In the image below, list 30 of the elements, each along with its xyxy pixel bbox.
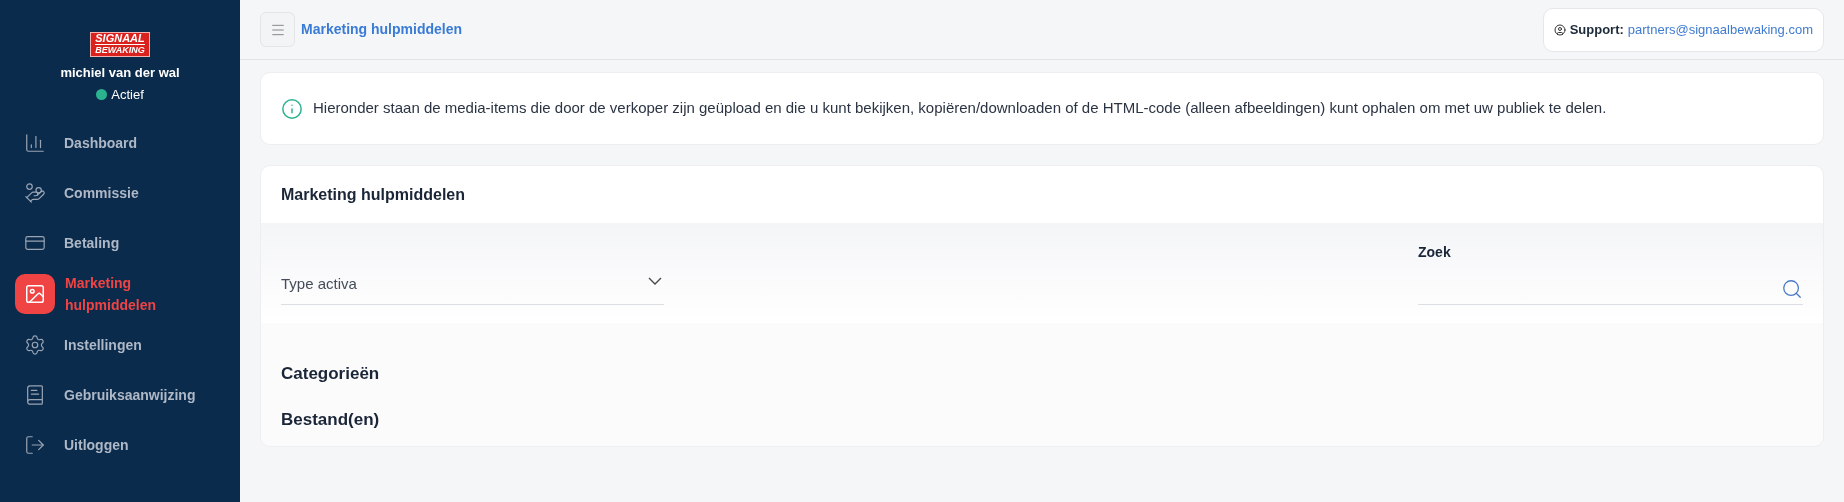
menu-button[interactable]: [260, 12, 295, 47]
sidebar-item[interactable]: Gebruiksaanwijzing: [64, 384, 196, 406]
image-icon: [24, 283, 46, 305]
status-label: Actief: [111, 85, 144, 104]
bar-chart-icon: [24, 132, 46, 154]
book-icon: [24, 384, 46, 406]
sidebar-item[interactable]: Dashboard: [64, 132, 138, 154]
hand-coin-icon: [24, 182, 46, 204]
search-label: Zoek: [1418, 243, 1452, 262]
user-name: michiel van der wal: [60, 64, 180, 82]
chevron-down-icon: [648, 276, 662, 285]
type-select[interactable]: Type activa: [281, 265, 664, 305]
settings-icon: [24, 334, 46, 356]
user-icon: [1553, 23, 1566, 36]
sidebar-item[interactable]: Betaling: [64, 232, 120, 254]
sidebar-item[interactable]: Instellingen: [64, 334, 142, 356]
sidebar-item[interactable]: Uitloggen: [64, 434, 129, 456]
logo: SIGNAAL BEWAKING: [90, 32, 150, 57]
section-heading: Bestand(en): [281, 408, 381, 431]
support-email-link[interactable]: partners@signaalbewaking.com: [1627, 19, 1813, 40]
support-label: Support:: [1569, 20, 1624, 39]
logout-icon: [24, 434, 46, 456]
page-title: Marketing hulpmiddelen: [301, 20, 462, 39]
info-text: Hieronder staan de media-items die door de verkoper zijn geüpload en die u kunt bekijken, kopiëren/downloaden of de HTML-code (alleen afbeeldingen) kunt ophalen om met uw publiek te delen.: [313, 98, 1607, 119]
sidebar-item[interactable]: Commissie: [64, 182, 139, 204]
card-title: Marketing hulpmiddelen: [281, 184, 465, 205]
sidebar-item[interactable]: Marketing hulpmiddelen: [65, 272, 175, 316]
search-icon: [1781, 277, 1803, 300]
section-heading: Categorieën: [281, 363, 381, 385]
info-icon: [281, 97, 303, 120]
